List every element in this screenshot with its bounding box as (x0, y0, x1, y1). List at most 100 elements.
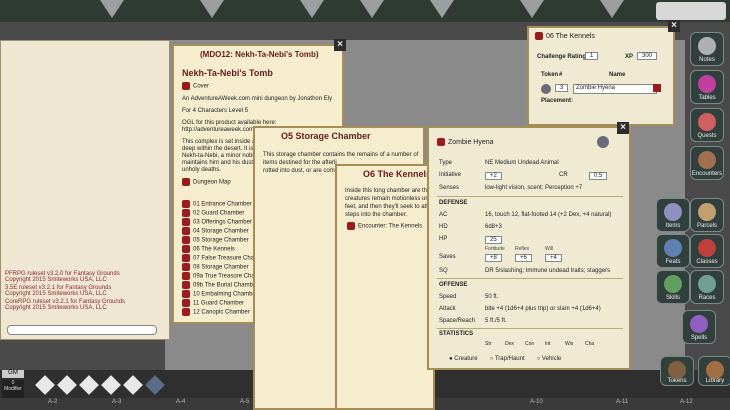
radio-option[interactable]: ○ Vehicle (537, 356, 562, 362)
module-link[interactable]: 05 Storage Chamber (182, 236, 262, 245)
link-icon (182, 209, 190, 217)
sidebar-label: Classes (696, 259, 718, 265)
npc-token-icon[interactable] (597, 136, 609, 148)
cr-field[interactable]: 0.5 (589, 172, 608, 180)
module-link[interactable]: 04 Storage Chamber (182, 227, 262, 236)
value: bite +4 (1d6+4 plus trip) or slam +4 (1d… (485, 306, 601, 312)
sidebar-tokens[interactable]: Tokens (660, 356, 694, 386)
sidebar-library[interactable]: Library (698, 356, 730, 386)
sidebar-feats[interactable]: Feats (656, 234, 690, 268)
sidebar-label: Tables (698, 95, 716, 101)
npc-count[interactable]: 3 (555, 84, 569, 92)
skills-icon (664, 275, 682, 293)
link-icon (535, 32, 543, 40)
value: 50 ft. (485, 294, 499, 300)
library-icon (706, 361, 724, 379)
radio-option[interactable]: ● Creature (449, 356, 478, 362)
value: 5 ft./5 ft. (485, 318, 507, 324)
npc-token-icon[interactable] (541, 84, 551, 94)
link-icon (182, 236, 190, 244)
module-link[interactable]: 10 Embalming Chamber (182, 290, 262, 299)
legal-line: Copyright 2015 Smiteworks USA, LLC (5, 291, 107, 297)
close-icon[interactable]: × (617, 122, 629, 134)
initiative-field[interactable]: +2 (485, 172, 502, 180)
module-link[interactable]: 09a True Treasure Cham (182, 272, 262, 281)
module-text: deep within the desert. It is (182, 146, 254, 152)
will-field[interactable]: +4 (545, 254, 562, 262)
sidebar-skills[interactable]: Skills (656, 270, 690, 304)
label: Space/Reach (439, 318, 476, 324)
fort-label: Fortitude (485, 246, 505, 252)
ruler-label: A-10 (530, 399, 543, 405)
encounter-link[interactable]: Encounter: The Kennels (347, 222, 422, 230)
ability-label: Str (485, 341, 492, 347)
label: Senses (439, 185, 460, 191)
link-icon (182, 299, 190, 307)
module-link[interactable]: 08 Storage Chamber (182, 263, 262, 272)
toolbar-buttons[interactable] (656, 2, 726, 20)
modifier-box[interactable]: 0 Modifier (2, 380, 24, 398)
radio-option[interactable]: ○ Trap/Haunt (490, 356, 525, 362)
link-label: 02 Guard Chamber (193, 210, 245, 217)
link-icon (182, 281, 190, 289)
module-link[interactable]: 06 The Kennels (182, 245, 262, 254)
sidebar-parcels[interactable]: Parcels (690, 198, 724, 232)
kennels-text: feet, and then they'll seek to atta (345, 204, 432, 210)
hp-field[interactable]: 25 (485, 236, 502, 244)
cr-field[interactable]: 1 (585, 52, 599, 60)
fort-field[interactable]: +8 (485, 254, 502, 262)
encounter-window[interactable]: 06 The Kennels Challenge Rating 1 XP 300… (527, 26, 675, 126)
sidebar-quests[interactable]: Quests (690, 108, 724, 142)
module-link[interactable]: 11 Guard Chamber (182, 299, 262, 308)
npc-name-field[interactable]: Zombie Hyena (573, 84, 657, 94)
sidebar-notes[interactable]: Notes (690, 32, 724, 66)
chat-input[interactable] (7, 325, 157, 335)
kennels-window[interactable]: O6 The Kennels Inside this long chamber … (335, 164, 435, 410)
link-icon (182, 272, 190, 280)
close-icon[interactable]: × (334, 39, 346, 51)
label: HP (439, 236, 448, 242)
npc-window[interactable]: Zombie Hyena Type NE Medium Undead Animal… (427, 126, 631, 370)
legal-line: Copyright 2015 Smiteworks USA, LLC (5, 277, 107, 283)
module-link[interactable]: 03 Offerings Chamber (182, 218, 262, 227)
decor-spike (520, 0, 544, 18)
sidebar-races[interactable]: Races (690, 270, 724, 304)
npc-link-icon[interactable] (653, 84, 661, 92)
decor-spike (300, 0, 324, 18)
ruler-label: A-5 (240, 399, 250, 405)
kennels-text: steps into the chamber. (345, 212, 408, 218)
dungeon-map-link[interactable]: Dungeon Map (182, 178, 231, 186)
tokens-icon (668, 361, 686, 379)
xp-field[interactable]: 300 (637, 52, 658, 60)
module-link[interactable]: 02 Guard Chamber (182, 209, 262, 218)
races-icon (698, 275, 716, 293)
value: low-light vision, scent; Perception +7 (485, 185, 583, 191)
value: 6d8+3 (485, 224, 502, 230)
sidebar-tables[interactable]: Tables (690, 70, 724, 104)
npc-type-radios: ● Creature ○ Trap/Haunt ○ Vehicle (449, 356, 619, 362)
window-title: O6 The Kennels (363, 169, 432, 179)
label: Attack (439, 306, 456, 312)
sidebar-label: Skills (665, 295, 680, 301)
module-link-url[interactable]: http://adventureaweek.com/ (182, 127, 256, 133)
cover-link[interactable]: Cover (182, 82, 209, 90)
link-label: Cover (193, 83, 210, 90)
module-text: An AdventureAWeek.com mini dungeon by Jo… (182, 96, 333, 102)
link-label: 05 Storage Chamber (193, 237, 249, 244)
reflex-field[interactable]: +6 (515, 254, 532, 262)
module-link[interactable]: 07 False Treasure Cham (182, 254, 262, 263)
divider (437, 328, 623, 329)
sidebar-classes[interactable]: Classes (690, 234, 724, 268)
ability-label: Dex (505, 341, 514, 347)
module-link[interactable]: 09b The Burial Chamber (182, 281, 262, 290)
module-link[interactable]: 12 Canopic Chamber (182, 308, 262, 317)
close-icon[interactable]: × (668, 20, 680, 32)
sidebar-items[interactable]: Items (656, 198, 690, 232)
feats-icon (664, 239, 682, 257)
ability-label: Cha (585, 341, 595, 347)
sidebar-encounters[interactable]: Encounters (690, 146, 724, 180)
sidebar-label: Encounters (691, 171, 723, 177)
radio-label: Creature (454, 356, 478, 362)
sidebar-spells[interactable]: Spells (682, 310, 716, 344)
module-link[interactable]: 01 Entrance Chamber (182, 200, 262, 209)
